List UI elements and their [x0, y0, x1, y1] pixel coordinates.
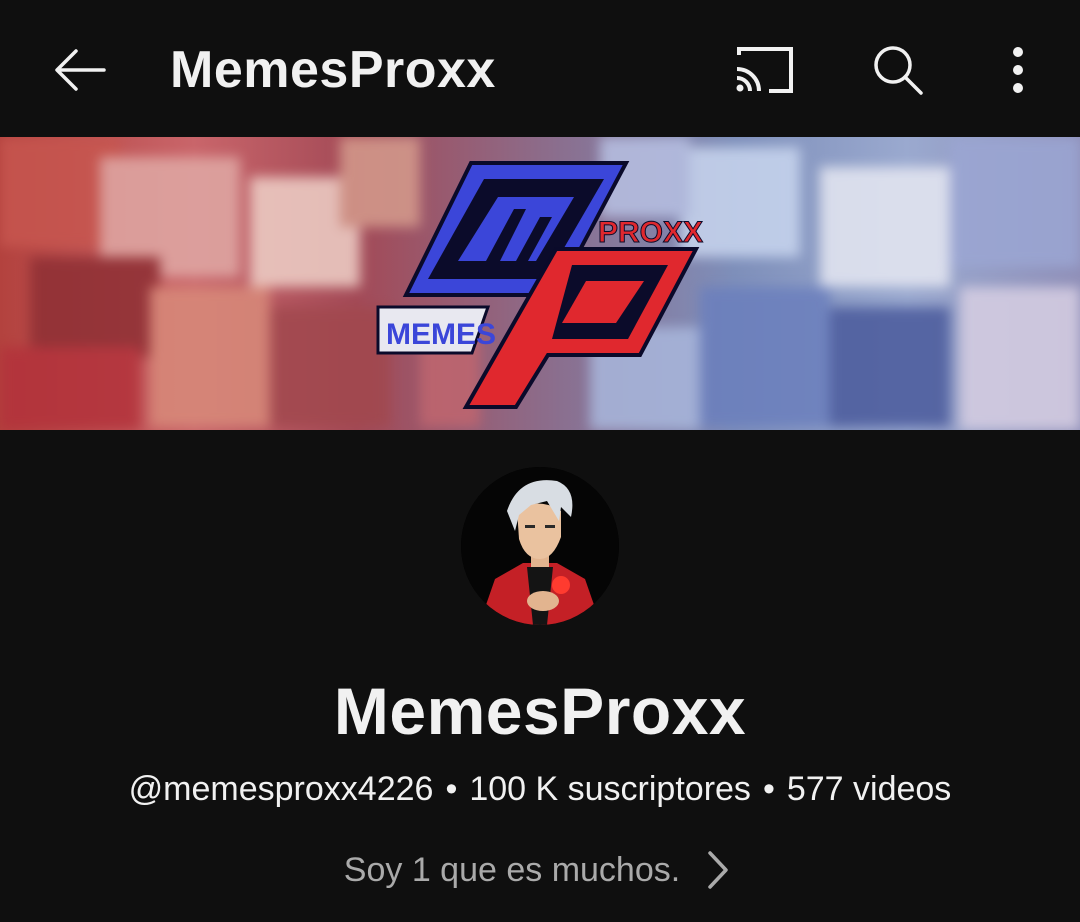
search-button[interactable]: [864, 38, 932, 102]
more-options-button[interactable]: [984, 38, 1052, 102]
logo-text-memes: MEMES: [386, 318, 496, 351]
channel-meta: @memesproxx4226 • 100 K suscriptores • 577 v…: [0, 768, 1080, 810]
chevron-right-icon: [706, 848, 736, 892]
channel-avatar[interactable]: [461, 467, 619, 625]
search-icon: [874, 46, 923, 95]
subscriber-count: 100 K suscriptores: [469, 770, 751, 808]
cast-icon: [736, 47, 793, 93]
channel-name: MemesProxx: [333, 674, 747, 748]
back-button[interactable]: [48, 40, 112, 100]
cast-button[interactable]: [730, 38, 798, 102]
channel-description: Soy 1 que es muchos.: [343, 851, 681, 889]
channel-handle: @memesproxx4226: [128, 770, 434, 808]
meta-separator: •: [762, 770, 775, 808]
more-vertical-icon: [1013, 47, 1023, 93]
logo-text-proxx: PROXX: [598, 216, 703, 249]
top-app-bar: MemesProxx: [0, 0, 1080, 137]
back-arrow-icon: [55, 49, 106, 91]
video-count: 577 videos: [786, 770, 952, 808]
page-title: MemesProxx: [170, 41, 496, 99]
channel-description-link[interactable]: Soy 1 que es muchos.: [0, 848, 1080, 892]
meta-separator: •: [445, 770, 458, 808]
channel-logo: PROXX MEMES: [376, 161, 704, 409]
channel-banner: PROXX MEMES: [0, 137, 1080, 430]
avatar-image: [461, 467, 619, 625]
